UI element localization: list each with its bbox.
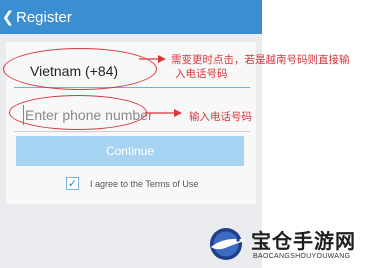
watermark-subtitle: BAOCANGSHOUYOUWANG [253, 253, 351, 260]
phone-note: 输入电话号码 [189, 111, 252, 123]
watermark-logo-icon [210, 228, 247, 260]
phone-arrowhead [174, 109, 182, 117]
country-note-line1: 需变更时点击，若是越南号码则直接输 [171, 54, 350, 66]
watermark: 宝仓手游网 BAOCANGSHOUYOUWANG [205, 222, 382, 268]
country-note-line2: 入电话号码 [175, 68, 228, 80]
watermark-title: 宝仓手游网 [251, 229, 356, 253]
country-note: 需变更时点击，若是越南号码则直接输 入电话号码 [171, 53, 382, 81]
country-arrowhead [158, 55, 166, 63]
